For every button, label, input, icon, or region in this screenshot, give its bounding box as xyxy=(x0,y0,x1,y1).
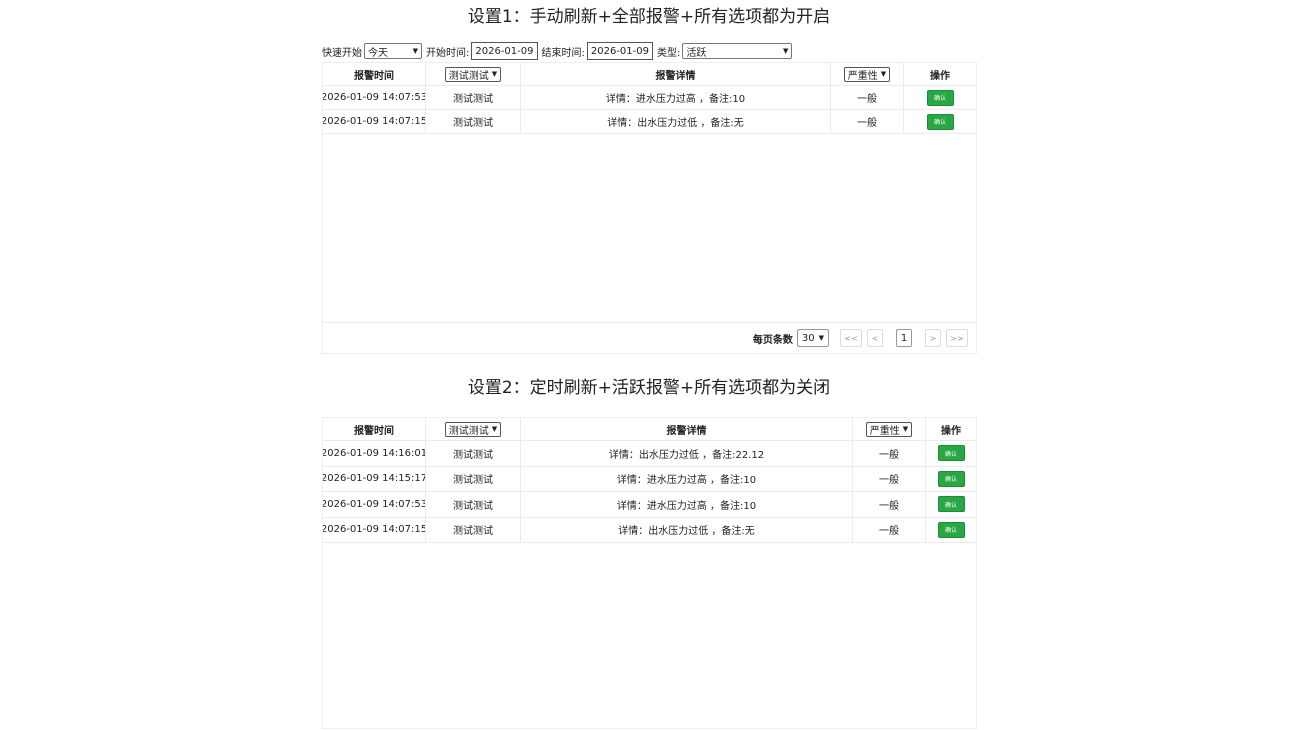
alarm-source: 测试测试 xyxy=(426,441,521,466)
type-label: 类型: xyxy=(657,47,681,59)
end-time-input[interactable]: 2026-01-09 xyxy=(586,42,653,60)
header-severity-cell: 严重性 ▼ xyxy=(831,63,904,85)
setting1-heading: 设置1：手动刷新+全部报警+所有选项都为开启 xyxy=(467,7,831,27)
current-page-button[interactable]: 1 xyxy=(896,329,912,347)
alarm-detail: 详情：进水压力过高 ，备注:10 xyxy=(521,466,853,491)
last-page-button[interactable]: >> xyxy=(946,329,968,347)
alarm-source: 测试测试 xyxy=(426,492,521,517)
header-action: 操作 xyxy=(930,70,950,82)
source-filter-select[interactable]: 测试测试 ▼ xyxy=(444,421,502,437)
end-time-label: 结束时间: xyxy=(541,47,585,59)
alarm-source: 测试测试 xyxy=(426,517,521,542)
setting2-heading: 设置2：定时刷新+活跃报警+所有选项都为关闭 xyxy=(467,378,831,398)
header-alarm-time: 报警时间 xyxy=(323,63,426,85)
next-page-button[interactable]: > xyxy=(925,329,941,347)
first-page-button[interactable]: << xyxy=(840,329,862,347)
alarm-severity: 一般 xyxy=(831,86,904,109)
alarm-detail: 详情：进水压力过高 ，备注:10 xyxy=(521,86,831,109)
table-header-row: 报警时间 测试测试 ▼ 报警详情 严重性 ▼ 操作 xyxy=(323,63,976,86)
alarm-detail: 详情：出水压力过低 ，备注:无 xyxy=(521,110,831,133)
alarm-source: 测试测试 xyxy=(426,466,521,491)
alarm-source: 测试测试 xyxy=(426,110,521,133)
severity-filter-select[interactable]: 严重性 ▼ xyxy=(843,66,891,82)
page-size-select[interactable]: 30 ▼ xyxy=(796,329,829,347)
table-row: 2026-01-09 14:07:53 测试测试 详情：进水压力过高 ，备注:1… xyxy=(323,86,976,110)
confirm-button[interactable]: 确认 xyxy=(926,89,954,106)
alarm-time: 2026-01-09 14:15:17 xyxy=(323,466,426,491)
alarm-detail: 详情：出水压力过低 ，备注:22.12 xyxy=(521,441,853,466)
chevron-down-icon: ▼ xyxy=(782,47,789,55)
chevron-down-icon: ▼ xyxy=(880,70,887,78)
severity-filter-select[interactable]: 严重性 ▼ xyxy=(865,421,913,437)
table-row: 2026-01-09 14:16:01 测试测试 详情：出水压力过低 ，备注:2… xyxy=(323,441,976,467)
chevron-down-icon: ▼ xyxy=(902,425,909,433)
confirm-button[interactable]: 确认 xyxy=(926,113,954,130)
alarm-source: 测试测试 xyxy=(426,86,521,109)
alarm-time: 2026-01-09 14:07:53 xyxy=(323,86,426,109)
filter-bar: 快速开始 今天 ▼ 开始时间: 2026-01-09 结束时间: 2026-01… xyxy=(322,42,796,60)
pager-divider xyxy=(323,322,976,323)
action-cell: 确认 xyxy=(904,86,976,109)
confirm-button[interactable]: 确认 xyxy=(937,521,965,538)
type-select[interactable]: 活跃 ▼ xyxy=(682,43,793,59)
alarm-detail: 详情：出水压力过低 ，备注:无 xyxy=(521,517,853,542)
table-row: 2026-01-09 14:15:17 测试测试 详情：进水压力过高 ，备注:1… xyxy=(323,466,976,492)
prev-page-button[interactable]: < xyxy=(867,329,883,347)
alarm-severity: 一般 xyxy=(853,517,926,542)
table-row: 2026-01-09 14:07:53 测试测试 详情：进水压力过高 ，备注:1… xyxy=(323,492,976,518)
header-severity-cell: 严重性 ▼ xyxy=(853,418,926,440)
pagination: 每页条数 30 ▼ << < 1 > >> xyxy=(753,329,968,347)
alarm-severity: 一般 xyxy=(831,110,904,133)
confirm-button[interactable]: 确认 xyxy=(937,470,965,487)
start-time-label: 开始时间: xyxy=(426,47,470,59)
alarm-time: 2026-01-09 14:07:15 xyxy=(323,517,426,542)
table-header-row: 报警时间 测试测试 ▼ 报警详情 严重性 ▼ 操作 xyxy=(323,418,976,441)
header-source-cell: 测试测试 ▼ xyxy=(426,418,521,440)
page-size-label: 每页条数 xyxy=(752,334,793,346)
action-cell: 确认 xyxy=(904,110,976,133)
header-alarm-time: 报警时间 xyxy=(323,418,426,440)
action-cell: 确认 xyxy=(926,441,976,466)
header-alarm-detail: 报警详情 xyxy=(521,418,853,440)
header-source-cell: 测试测试 ▼ xyxy=(426,63,521,85)
alarm-table-panel-1: 报警时间 测试测试 ▼ 报警详情 严重性 ▼ 操作 2026-01-09 14:… xyxy=(322,62,977,354)
confirm-button[interactable]: 确认 xyxy=(937,445,965,462)
chevron-down-icon: ▼ xyxy=(818,334,824,342)
alarm-time: 2026-01-09 14:07:15 xyxy=(323,110,426,133)
action-cell: 确认 xyxy=(926,518,976,543)
action-cell: 确认 xyxy=(926,492,976,517)
confirm-button[interactable]: 确认 xyxy=(937,496,965,513)
quick-start-select[interactable]: 今天 ▼ xyxy=(364,43,422,59)
source-filter-select[interactable]: 测试测试 ▼ xyxy=(444,66,502,82)
alarm-table-2: 报警时间 测试测试 ▼ 报警详情 严重性 ▼ 操作 2026-01-09 14:… xyxy=(323,418,976,543)
alarm-table-1: 报警时间 测试测试 ▼ 报警详情 严重性 ▼ 操作 2026-01-09 14:… xyxy=(323,63,976,134)
alarm-detail: 详情：进水压力过高 ，备注:10 xyxy=(521,492,853,517)
alarm-table-panel-2: 报警时间 测试测试 ▼ 报警详情 严重性 ▼ 操作 2026-01-09 14:… xyxy=(322,417,977,729)
chevron-down-icon: ▼ xyxy=(491,70,498,78)
action-cell: 确认 xyxy=(926,467,976,492)
alarm-severity: 一般 xyxy=(853,492,926,517)
header-action: 操作 xyxy=(941,425,961,437)
alarm-time: 2026-01-09 14:07:53 xyxy=(323,492,426,517)
alarm-severity: 一般 xyxy=(853,441,926,466)
table-row: 2026-01-09 14:07:15 测试测试 详情：出水压力过低 ，备注:无… xyxy=(323,110,976,134)
chevron-down-icon: ▼ xyxy=(412,47,418,55)
alarm-severity: 一般 xyxy=(853,466,926,491)
start-time-input[interactable]: 2026-01-09 xyxy=(471,42,538,60)
chevron-down-icon: ▼ xyxy=(491,425,498,433)
alarm-time: 2026-01-09 14:16:01 xyxy=(323,441,426,466)
quick-start-label: 快速开始 xyxy=(322,47,362,59)
table-row: 2026-01-09 14:07:15 测试测试 详情：出水压力过低 ，备注:无… xyxy=(323,517,976,543)
header-alarm-detail: 报警详情 xyxy=(521,63,831,85)
